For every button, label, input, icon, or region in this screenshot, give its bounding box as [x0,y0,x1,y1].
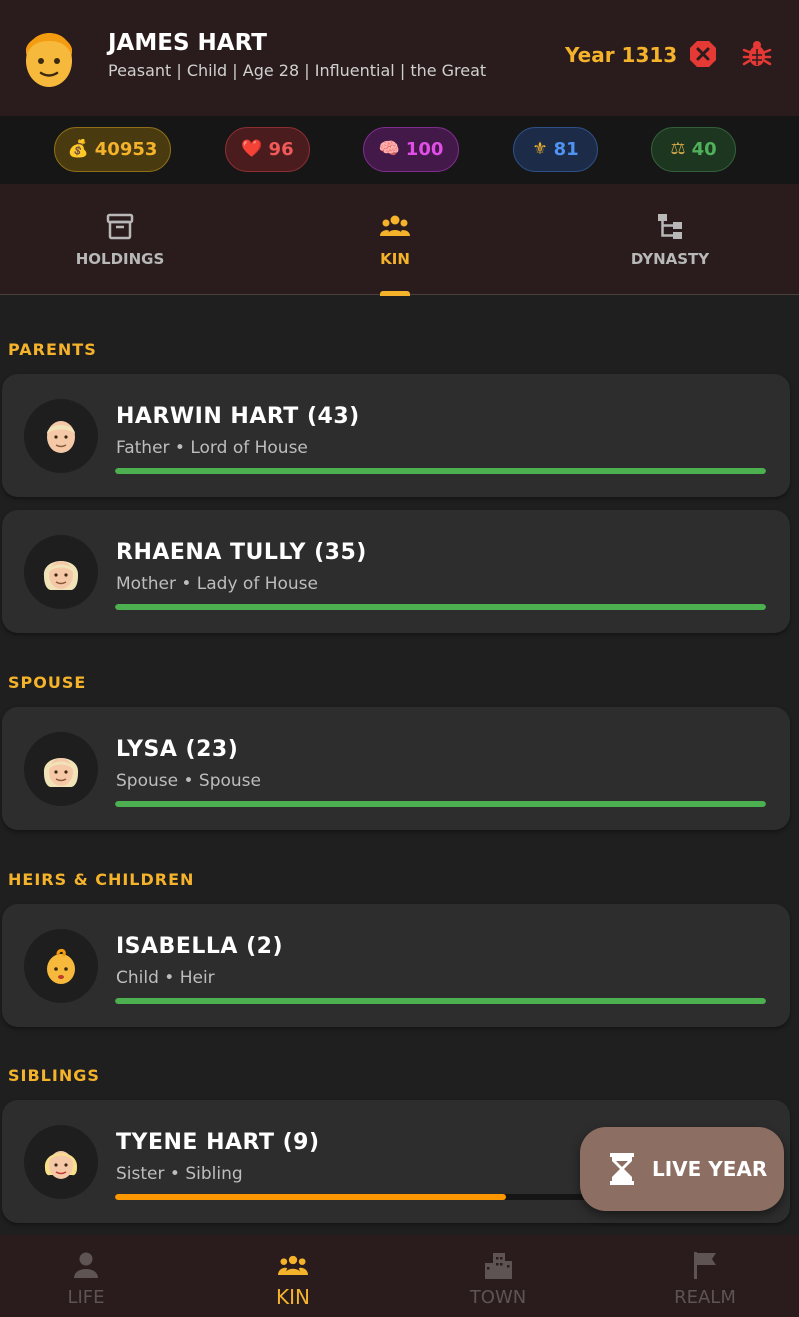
flag-icon [694,1252,716,1279]
kin-role: Mother • Lady of House [116,574,318,594]
player-name: JAMES HART [108,30,267,56]
relationship-bar-fill [115,998,766,1004]
scales-icon: ⚖ [670,139,686,159]
section-title-spouse: SPOUSE [8,673,87,692]
relationship-bar-fill [115,604,766,610]
tab-kin-label: KIN [380,250,410,268]
girl-icon [44,1151,78,1179]
stat-gold: 💰 40953 [54,127,171,172]
tab-dynasty[interactable]: DYNASTY [620,184,720,294]
stat-justice: ⚖ 40 [651,127,736,172]
kin-name: ISABELLA (2) [116,934,283,959]
character-header: JAMES HART Peasant | Child | Age 28 | In… [0,0,799,116]
relationship-bar [115,604,766,610]
city-building-icon [485,1253,512,1279]
kin-card-harwin[interactable]: HARWIN HART (43) Father • Lord of House [2,374,790,497]
live-year-label: LIVE YEAR [652,1157,768,1181]
section-title-heirs: HEIRS & CHILDREN [8,870,195,889]
stat-faith: ⚜ 81 [513,127,598,172]
kin-name: RHAENA TULLY (35) [116,540,367,565]
nav-life[interactable]: LIFE [26,1235,146,1317]
old-man-icon [47,421,75,453]
bottom-nav: LIFE KIN TOWN REALM [0,1235,799,1317]
person-icon [74,1252,98,1278]
nav-town[interactable]: TOWN [438,1235,558,1317]
kin-role: Father • Lord of House [116,438,308,458]
kin-name: TYENE HART (9) [116,1130,320,1155]
portrait [24,929,98,1003]
portrait [24,535,98,609]
family-tree-icon [658,214,682,239]
active-tab-indicator [380,291,410,296]
live-year-button[interactable]: LIVE YEAR [580,1127,784,1211]
portrait [24,399,98,473]
nav-realm-label: REALM [674,1287,736,1308]
relationship-bar [115,998,766,1004]
nav-realm[interactable]: REALM [645,1235,765,1317]
kin-role: Spouse • Spouse [116,771,261,791]
nav-town-label: TOWN [469,1287,527,1308]
player-subtitle: Peasant | Child | Age 28 | Influential |… [108,61,487,80]
relationship-bar-fill [115,1194,506,1200]
tab-holdings-label: HOLDINGS [75,250,165,268]
nav-kin-label: KIN [276,1285,310,1309]
relationship-bar-fill [115,468,766,474]
section-title-parents: PARENTS [8,340,97,359]
kin-card-isabella[interactable]: ISABELLA (2) Child • Heir [2,904,790,1027]
relationship-bar-fill [115,801,766,807]
stat-gold-value: 40953 [94,139,158,160]
heart-icon: ❤️ [241,139,263,159]
archive-box-icon [106,213,134,240]
tab-bar: HOLDINGS KIN DYNASTY [0,184,799,295]
kin-role: Child • Heir [116,968,215,988]
person-face-icon [26,33,72,87]
close-octagon-icon[interactable] [689,40,717,68]
stat-health: ❤️ 96 [225,127,310,172]
section-title-siblings: SIBLINGS [8,1066,100,1085]
brain-icon: 🧠 [378,139,400,159]
stats-bar: 💰 40953 ❤️ 96 🧠 100 ⚜ 81 ⚖ 40 [0,116,799,184]
year-label: Year 1313 [565,43,678,67]
kin-card-rhaena[interactable]: RHAENA TULLY (35) Mother • Lady of House [2,510,790,633]
tab-kin[interactable]: KIN [350,184,440,294]
portrait [24,732,98,806]
kin-name: HARWIN HART (43) [116,404,360,429]
kin-role: Sister • Sibling [116,1164,243,1184]
nav-life-label: LIFE [67,1287,105,1308]
stat-faith-value: 81 [553,139,579,160]
hourglass-icon [610,1153,634,1185]
stat-justice-value: 40 [691,139,717,160]
portrait [24,1125,98,1199]
kin-card-lysa[interactable]: LYSA (23) Spouse • Spouse [2,707,790,830]
relationship-bar [115,801,766,807]
fleur-de-lis-icon: ⚜ [532,139,548,159]
stat-mind: 🧠 100 [363,127,459,172]
baby-icon [47,948,75,984]
kin-name: LYSA (23) [116,737,239,762]
stat-mind-value: 100 [405,139,444,160]
tab-dynasty-label: DYNASTY [630,250,710,268]
old-woman-icon [43,561,79,590]
relationship-bar [115,468,766,474]
money-bag-icon: 💰 [67,139,89,159]
people-group-icon [278,1255,308,1275]
bug-icon[interactable] [742,40,772,68]
nav-kin[interactable]: KIN [233,1235,353,1317]
people-group-icon [380,215,410,236]
tab-holdings[interactable]: HOLDINGS [70,184,170,294]
old-woman-icon [43,758,79,787]
app-root: JAMES HART Peasant | Child | Age 28 | In… [0,0,799,1317]
stat-health-value: 96 [268,139,294,160]
